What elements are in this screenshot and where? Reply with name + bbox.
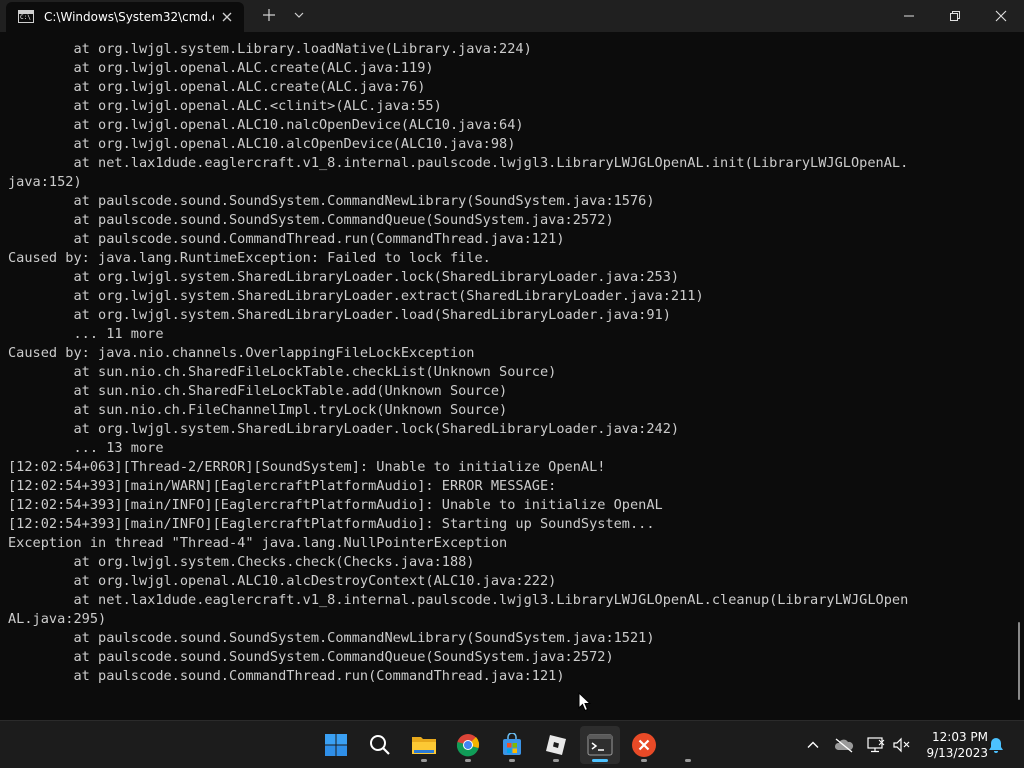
console-line: at paulscode.sound.SoundSystem.CommandNe… bbox=[8, 193, 655, 209]
volume-muted-icon bbox=[893, 737, 910, 753]
console-output[interactable]: at org.lwjgl.system.Library.loadNative(L… bbox=[0, 32, 1014, 720]
app-close-icon bbox=[632, 733, 656, 757]
console-line: at sun.nio.ch.SharedFileLockTable.add(Un… bbox=[8, 383, 508, 399]
console-line: at org.lwjgl.openal.ALC10.alcDestroyCont… bbox=[8, 573, 557, 589]
roblox-icon bbox=[546, 735, 566, 755]
console-line: at sun.nio.ch.SharedFileLockTable.checkL… bbox=[8, 364, 557, 380]
taskbar-clock[interactable]: 12:03 PM 9/13/2023 bbox=[918, 729, 988, 761]
taskbar-hidden-app[interactable] bbox=[668, 726, 708, 764]
show-hidden-icons-button[interactable] bbox=[803, 735, 823, 755]
console-line: at org.lwjgl.openal.ALC10.alcOpenDevice(… bbox=[8, 136, 516, 152]
console-line: at org.lwjgl.openal.ALC.create(ALC.java:… bbox=[8, 60, 434, 76]
taskbar-file-explorer[interactable] bbox=[404, 726, 444, 764]
onedrive-button[interactable] bbox=[834, 735, 854, 755]
clock-time: 12:03 PM bbox=[932, 730, 988, 744]
close-icon bbox=[995, 10, 1007, 22]
console-line: at org.lwjgl.system.SharedLibraryLoader.… bbox=[8, 421, 680, 437]
console-line: ... 11 more bbox=[8, 326, 164, 342]
console-line: ... 13 more bbox=[8, 440, 164, 456]
console-text: at org.lwjgl.system.Library.loadNative(L… bbox=[8, 40, 908, 686]
console-line: java:152) bbox=[8, 174, 82, 190]
clock-date: 9/13/2023 bbox=[926, 746, 988, 760]
chevron-up-icon bbox=[807, 741, 819, 748]
microsoft-store-icon bbox=[503, 733, 521, 755]
running-indicator bbox=[641, 759, 647, 762]
mouse-cursor-icon bbox=[578, 692, 592, 712]
console-line: at org.lwjgl.system.Checks.check(Checks.… bbox=[8, 554, 475, 570]
running-indicator bbox=[465, 759, 471, 762]
notifications-button[interactable] bbox=[986, 735, 1006, 755]
new-tab-button[interactable] bbox=[260, 6, 278, 24]
console-line: at net.lax1dude.eaglercraft.v1_8.interna… bbox=[8, 155, 909, 171]
scrollbar[interactable] bbox=[1014, 32, 1024, 720]
plus-icon bbox=[263, 9, 275, 21]
close-window-button[interactable] bbox=[978, 0, 1024, 32]
console-line: Caused by: java.lang.RuntimeException: F… bbox=[8, 250, 491, 266]
console-line: at org.lwjgl.system.SharedLibraryLoader.… bbox=[8, 269, 680, 285]
console-line: AL.java:295) bbox=[8, 611, 107, 627]
running-indicator bbox=[685, 759, 691, 762]
console-line: [12:02:54+393][main/WARN][EaglercraftPla… bbox=[8, 478, 557, 494]
chevron-down-icon bbox=[294, 12, 304, 18]
minimize-icon bbox=[904, 15, 914, 17]
close-icon bbox=[222, 12, 232, 22]
close-tab-button[interactable] bbox=[218, 8, 236, 26]
console-line: at org.lwjgl.openal.ALC.<clinit>(ALC.jav… bbox=[8, 98, 442, 114]
taskbar-chrome[interactable] bbox=[448, 726, 488, 764]
restore-icon bbox=[950, 11, 960, 21]
console-line: [12:02:54+393][main/INFO][EaglercraftPla… bbox=[8, 497, 663, 513]
tab-cmd[interactable]: C:\Windows\System32\cmd.e bbox=[6, 2, 244, 32]
console-line: at paulscode.sound.SoundSystem.CommandQu… bbox=[8, 649, 614, 665]
console-line: at org.lwjgl.system.Library.loadNative(L… bbox=[8, 41, 532, 57]
taskbar-roblox[interactable] bbox=[536, 726, 576, 764]
console-line: at org.lwjgl.openal.ALC.create(ALC.java:… bbox=[8, 79, 426, 95]
console-line: at paulscode.sound.SoundSystem.CommandQu… bbox=[8, 212, 614, 228]
console-line: at paulscode.sound.CommandThread.run(Com… bbox=[8, 231, 565, 247]
console-line: at paulscode.sound.SoundSystem.CommandNe… bbox=[8, 630, 655, 646]
taskbar-microsoft-store[interactable] bbox=[492, 726, 532, 764]
console-line: at sun.nio.ch.FileChannelImpl.tryLock(Un… bbox=[8, 402, 508, 418]
cmd-icon bbox=[18, 10, 34, 23]
console-line: at org.lwjgl.system.SharedLibraryLoader.… bbox=[8, 288, 704, 304]
tab-title: C:\Windows\System32\cmd.e bbox=[44, 10, 214, 24]
console-line: at paulscode.sound.CommandThread.run(Com… bbox=[8, 668, 565, 684]
console-line: at net.lax1dude.eaglercraft.v1_8.interna… bbox=[8, 592, 909, 608]
minimize-button[interactable] bbox=[886, 0, 932, 32]
file-explorer-icon bbox=[412, 737, 436, 754]
console-line: at org.lwjgl.system.SharedLibraryLoader.… bbox=[8, 307, 671, 323]
search-button[interactable] bbox=[360, 726, 400, 764]
start-icon bbox=[325, 734, 347, 756]
console-line: Caused by: java.nio.channels.Overlapping… bbox=[8, 345, 475, 361]
onedrive-offline-icon bbox=[834, 738, 854, 753]
search-icon bbox=[370, 735, 390, 755]
notification-bell-icon bbox=[989, 738, 1003, 753]
network-button[interactable] bbox=[866, 735, 886, 755]
active-indicator bbox=[592, 759, 608, 762]
scrollbar-thumb[interactable] bbox=[1018, 622, 1020, 700]
volume-button[interactable] bbox=[892, 735, 912, 755]
running-indicator bbox=[553, 759, 559, 762]
running-indicator bbox=[509, 759, 515, 762]
taskbar-app[interactable] bbox=[624, 726, 664, 764]
network-icon bbox=[867, 737, 885, 753]
taskbar-terminal[interactable] bbox=[580, 726, 620, 764]
console-line: [12:02:54+393][main/INFO][EaglercraftPla… bbox=[8, 516, 655, 532]
tab-dropdown-button[interactable] bbox=[290, 6, 308, 24]
taskbar: 12:03 PM 9/13/2023 bbox=[0, 720, 1024, 768]
maximize-button[interactable] bbox=[932, 0, 978, 32]
title-bar: C:\Windows\System32\cmd.e bbox=[0, 0, 1024, 32]
chrome-icon bbox=[456, 734, 480, 757]
terminal-icon bbox=[587, 734, 613, 756]
running-indicator bbox=[421, 759, 427, 762]
console-line: at org.lwjgl.openal.ALC10.nalcOpenDevice… bbox=[8, 117, 524, 133]
console-line: Exception in thread "Thread-4" java.lang… bbox=[8, 535, 508, 551]
start-button[interactable] bbox=[316, 726, 356, 764]
console-line: [12:02:54+063][Thread-2/ERROR][SoundSyst… bbox=[8, 459, 606, 475]
